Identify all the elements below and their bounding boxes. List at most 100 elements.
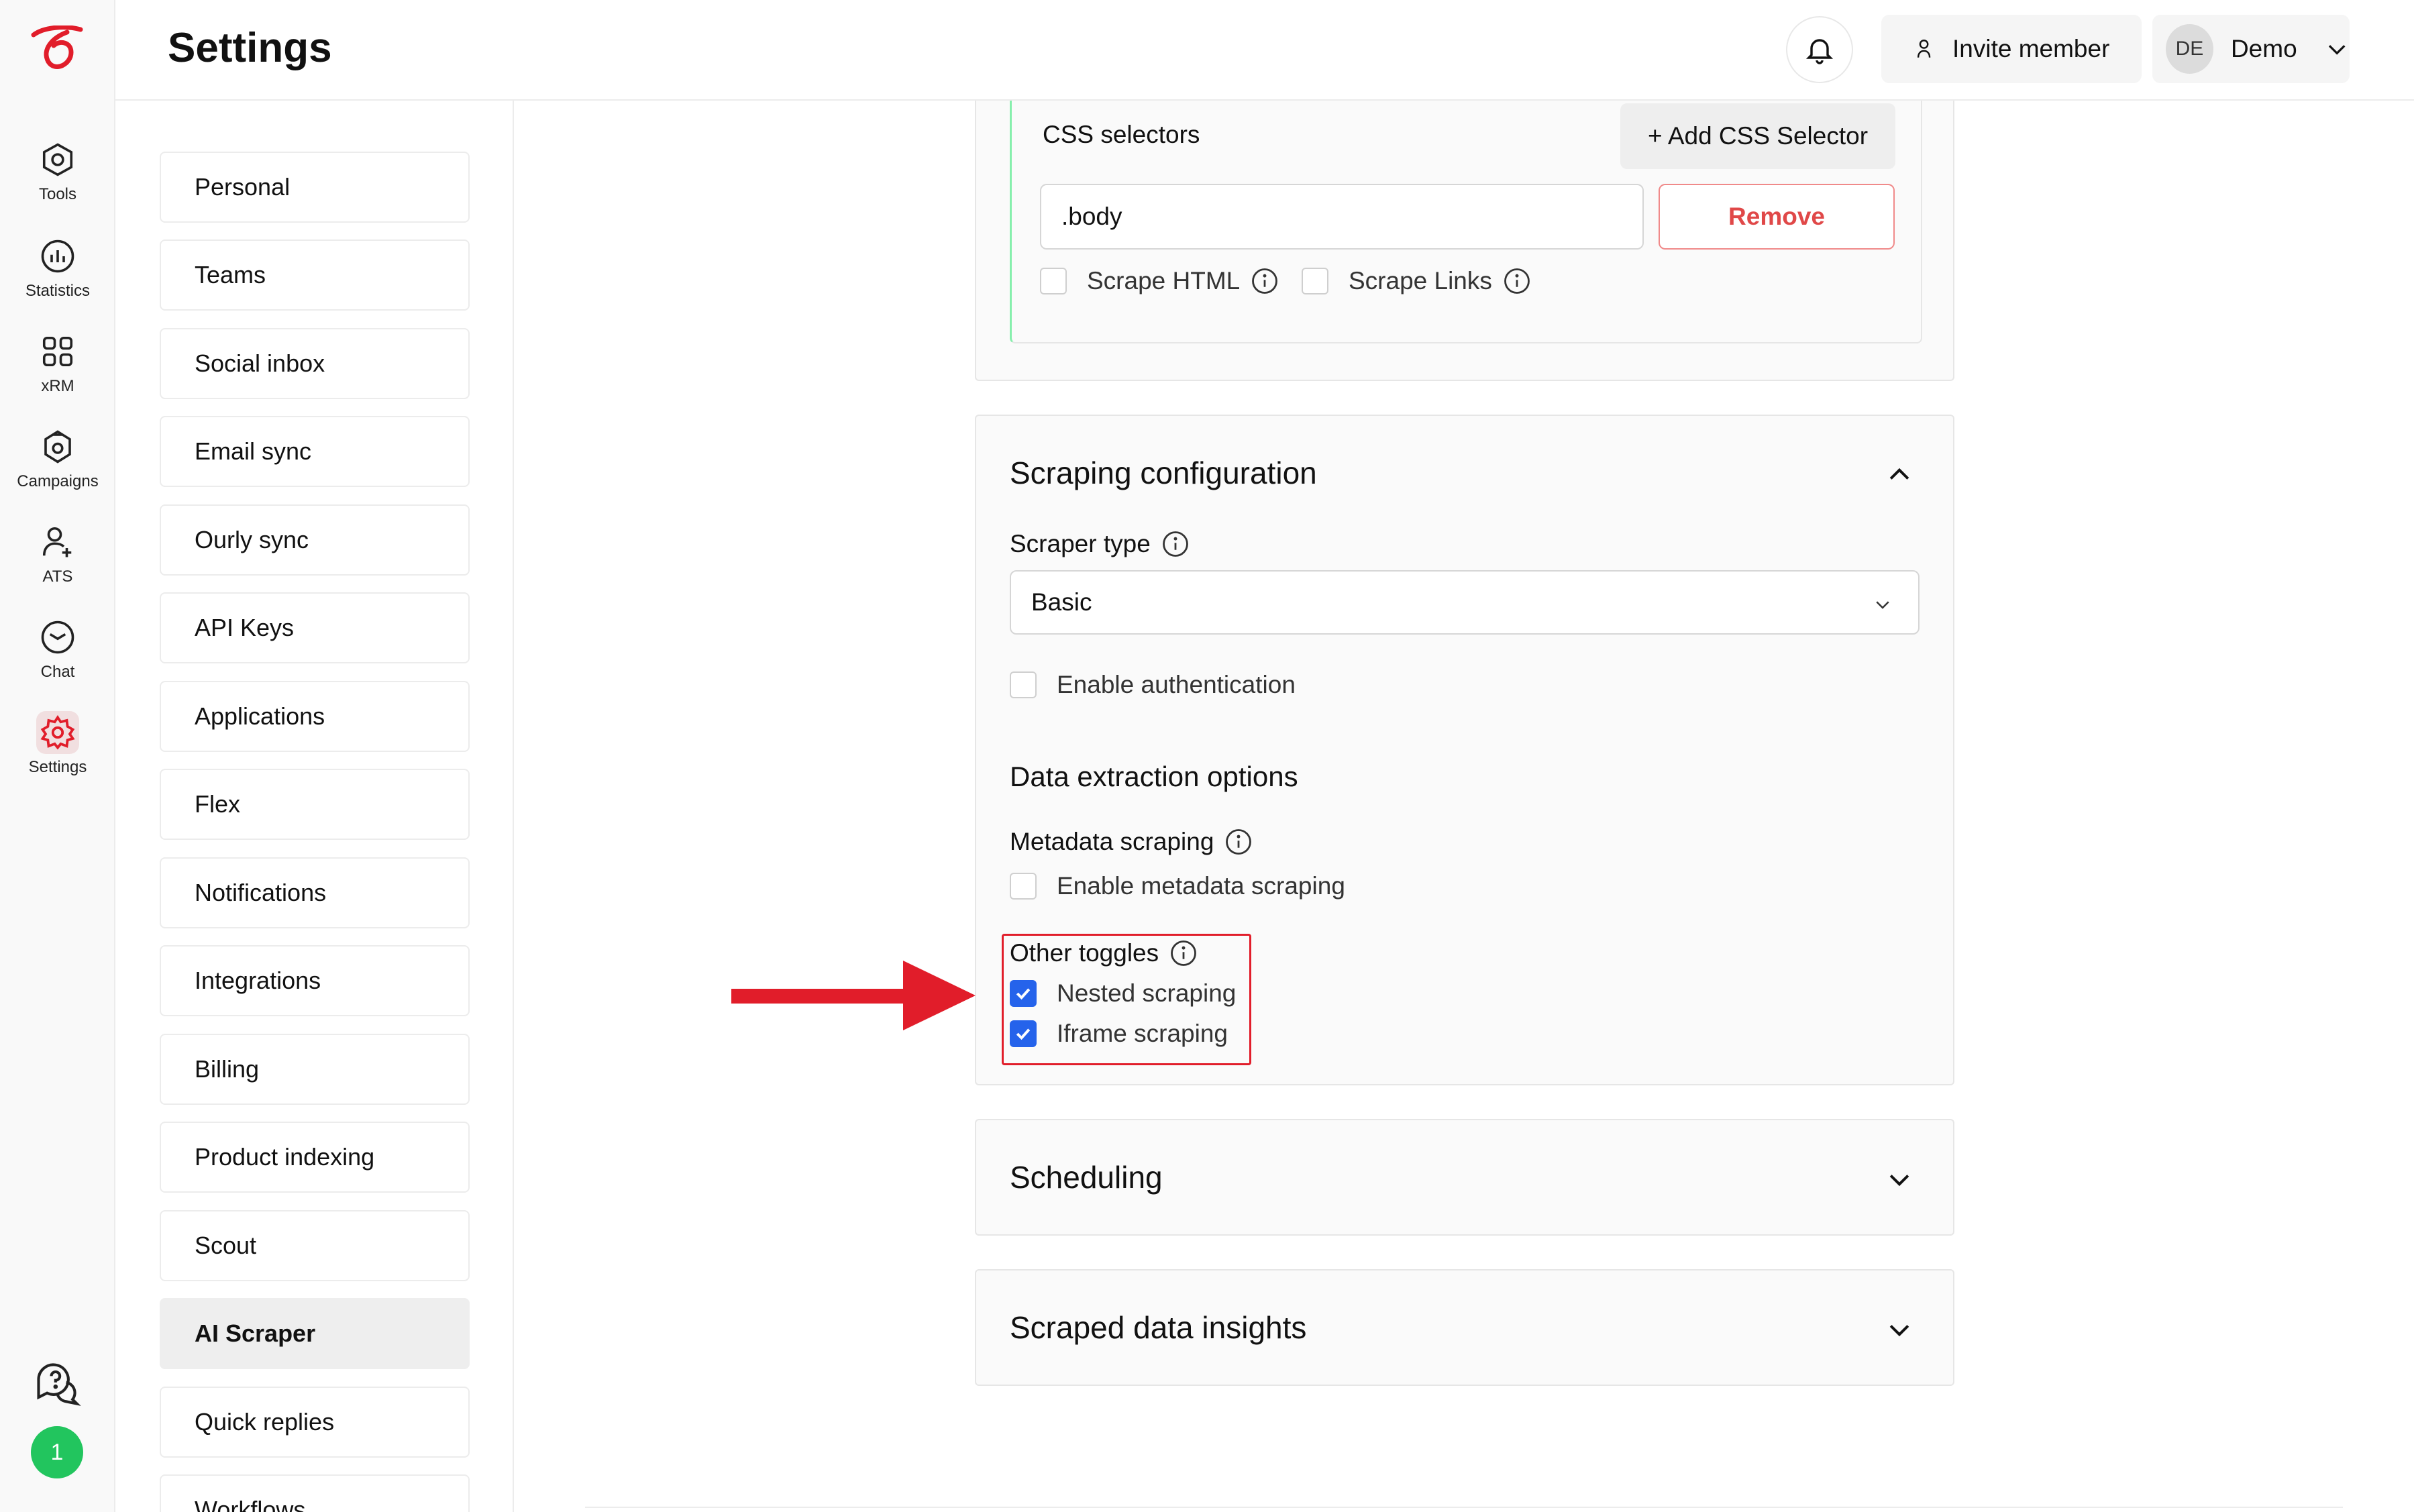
check-icon xyxy=(1016,1028,1031,1040)
scraper-type-label: Scraper type xyxy=(1010,530,1151,557)
nav-item-quick-replies[interactable]: Quick replies xyxy=(160,1387,470,1458)
info-icon[interactable] xyxy=(1161,530,1190,558)
nav-item-billing[interactable]: Billing xyxy=(160,1034,470,1105)
bell-icon xyxy=(1805,39,1834,64)
info-icon[interactable] xyxy=(1503,267,1531,295)
scraping-configuration-card: Scraping configuration Scraper type Basi… xyxy=(975,415,1954,1085)
nav-item-social-inbox[interactable]: Social inbox xyxy=(160,328,470,399)
nav-item-teams[interactable]: Teams xyxy=(160,239,470,311)
scrape-links-checkbox[interactable] xyxy=(1302,268,1328,294)
invite-member-button[interactable]: Invite member xyxy=(1881,15,2142,83)
divider xyxy=(585,1507,2343,1508)
rail-item-xrm[interactable]: xRM xyxy=(0,330,115,420)
rail-label: ATS xyxy=(42,568,73,586)
section-title: Scheduling xyxy=(1010,1160,1163,1195)
nav-item-workflows[interactable]: Workflows xyxy=(160,1474,470,1512)
user-plus-icon xyxy=(1917,40,1931,58)
invite-member-label: Invite member xyxy=(1952,35,2110,62)
metadata-scraping-label-row: Metadata scraping xyxy=(1010,828,1253,856)
nav-item-scout[interactable]: Scout xyxy=(160,1210,470,1281)
scrape-html-option: Scrape HTML xyxy=(1040,267,1279,295)
rail-label: Campaigns xyxy=(17,472,99,490)
iframe-scraping-checkbox[interactable] xyxy=(1010,1020,1037,1047)
enable-authentication-option: Enable authentication xyxy=(1010,671,1296,699)
nav-item-personal[interactable]: Personal xyxy=(160,152,470,223)
info-icon[interactable] xyxy=(1251,267,1279,295)
rail-label: Chat xyxy=(40,663,75,681)
add-css-selector-button[interactable]: + Add CSS Selector xyxy=(1620,103,1895,169)
nav-item-product-indexing[interactable]: Product indexing xyxy=(160,1122,470,1193)
enable-metadata-checkbox[interactable] xyxy=(1010,873,1037,900)
check-icon xyxy=(1016,988,1031,1000)
nested-scraping-option: Nested scraping xyxy=(1010,979,1236,1008)
enable-metadata-label: Enable metadata scraping xyxy=(1057,872,1345,900)
nav-item-ai-scraper[interactable]: AI Scraper xyxy=(160,1298,470,1369)
annotation-arrow xyxy=(731,961,976,1030)
scheduling-accordion[interactable]: Scheduling xyxy=(975,1119,1954,1236)
user-name: Demo xyxy=(2230,35,2297,62)
brand-logo[interactable] xyxy=(30,25,86,72)
scrape-html-label: Scrape HTML xyxy=(1087,267,1241,294)
rail-item-tools[interactable]: Tools xyxy=(0,138,115,228)
settings-nav: Personal Teams Social inbox Email sync O… xyxy=(115,101,514,1512)
app-rail: Tools Statistics xRM Campaigns ATS Chat xyxy=(0,0,115,1512)
css-selectors-title: CSS selectors xyxy=(1043,121,1200,148)
nested-scraping-label: Nested scraping xyxy=(1057,979,1237,1007)
chevron-down-icon[interactable] xyxy=(1885,1165,1914,1194)
other-toggles-label-row: Other toggles xyxy=(1010,939,1198,967)
chevron-up-icon[interactable] xyxy=(1885,460,1914,490)
chat-bubble-icon xyxy=(36,616,79,659)
rail-item-campaigns[interactable]: Campaigns xyxy=(0,425,115,515)
top-header: Settings Invite member DE Demo xyxy=(115,0,2414,101)
hexagon-icon xyxy=(36,138,79,181)
notification-count-badge[interactable]: 1 xyxy=(31,1426,83,1478)
css-selector-input[interactable]: .body xyxy=(1040,184,1644,250)
section-title: Scraped data insights xyxy=(1010,1310,1307,1345)
gear-icon xyxy=(36,711,79,754)
rail-label: Settings xyxy=(28,758,87,776)
chevron-down-icon xyxy=(1876,601,1889,609)
campaign-icon xyxy=(36,425,79,468)
nav-item-integrations[interactable]: Integrations xyxy=(160,945,470,1016)
rail-label: Tools xyxy=(38,185,77,203)
remove-selector-button[interactable]: Remove xyxy=(1659,184,1895,250)
chart-icon xyxy=(36,235,79,278)
data-extraction-title: Data extraction options xyxy=(1010,761,1298,792)
other-toggles-label: Other toggles xyxy=(1010,939,1159,967)
rail-label: Statistics xyxy=(25,282,91,300)
scrape-links-option: Scrape Links xyxy=(1302,267,1531,295)
metadata-scraping-label: Metadata scraping xyxy=(1010,828,1214,855)
rail-item-settings[interactable]: Settings xyxy=(0,711,115,801)
nav-item-applications[interactable]: Applications xyxy=(160,681,470,752)
nav-item-email-sync[interactable]: Email sync xyxy=(160,416,470,487)
person-icon xyxy=(36,521,79,563)
page-title: Settings xyxy=(168,25,332,71)
rail-item-statistics[interactable]: Statistics xyxy=(0,235,115,325)
iframe-scraping-label: Iframe scraping xyxy=(1057,1020,1228,1047)
scrape-html-checkbox[interactable] xyxy=(1040,268,1067,294)
nav-item-notifications[interactable]: Notifications xyxy=(160,857,470,928)
enable-authentication-checkbox[interactable] xyxy=(1010,671,1037,698)
rail-item-chat[interactable]: Chat xyxy=(0,616,115,706)
avatar: DE xyxy=(2166,24,2213,74)
user-menu[interactable]: DE Demo xyxy=(2152,15,2350,83)
scraper-type-select[interactable]: Basic xyxy=(1010,570,1920,635)
nested-scraping-checkbox[interactable] xyxy=(1010,980,1037,1007)
info-icon[interactable] xyxy=(1224,828,1253,856)
chevron-down-icon xyxy=(2328,45,2346,55)
scraped-data-insights-accordion[interactable]: Scraped data insights xyxy=(975,1269,1954,1386)
css-selectors-card: CSS selectors + Add CSS Selector .body R… xyxy=(975,101,1954,381)
nav-item-api-keys[interactable]: API Keys xyxy=(160,592,470,663)
help-chat-icon[interactable] xyxy=(32,1359,83,1410)
rail-item-ats[interactable]: ATS xyxy=(0,521,115,610)
scrape-links-label: Scrape Links xyxy=(1349,267,1492,294)
nav-item-flex[interactable]: Flex xyxy=(160,769,470,840)
scraper-type-label-row: Scraper type xyxy=(1010,530,1190,558)
nav-item-ourly-sync[interactable]: Ourly sync xyxy=(160,504,470,576)
css-selector-group: CSS selectors + Add CSS Selector .body R… xyxy=(1010,101,1922,343)
scraper-type-value: Basic xyxy=(1031,588,1092,616)
notifications-button[interactable] xyxy=(1786,16,1853,83)
enable-authentication-label: Enable authentication xyxy=(1057,671,1296,698)
chevron-down-icon[interactable] xyxy=(1885,1315,1914,1344)
info-icon[interactable] xyxy=(1169,939,1198,967)
